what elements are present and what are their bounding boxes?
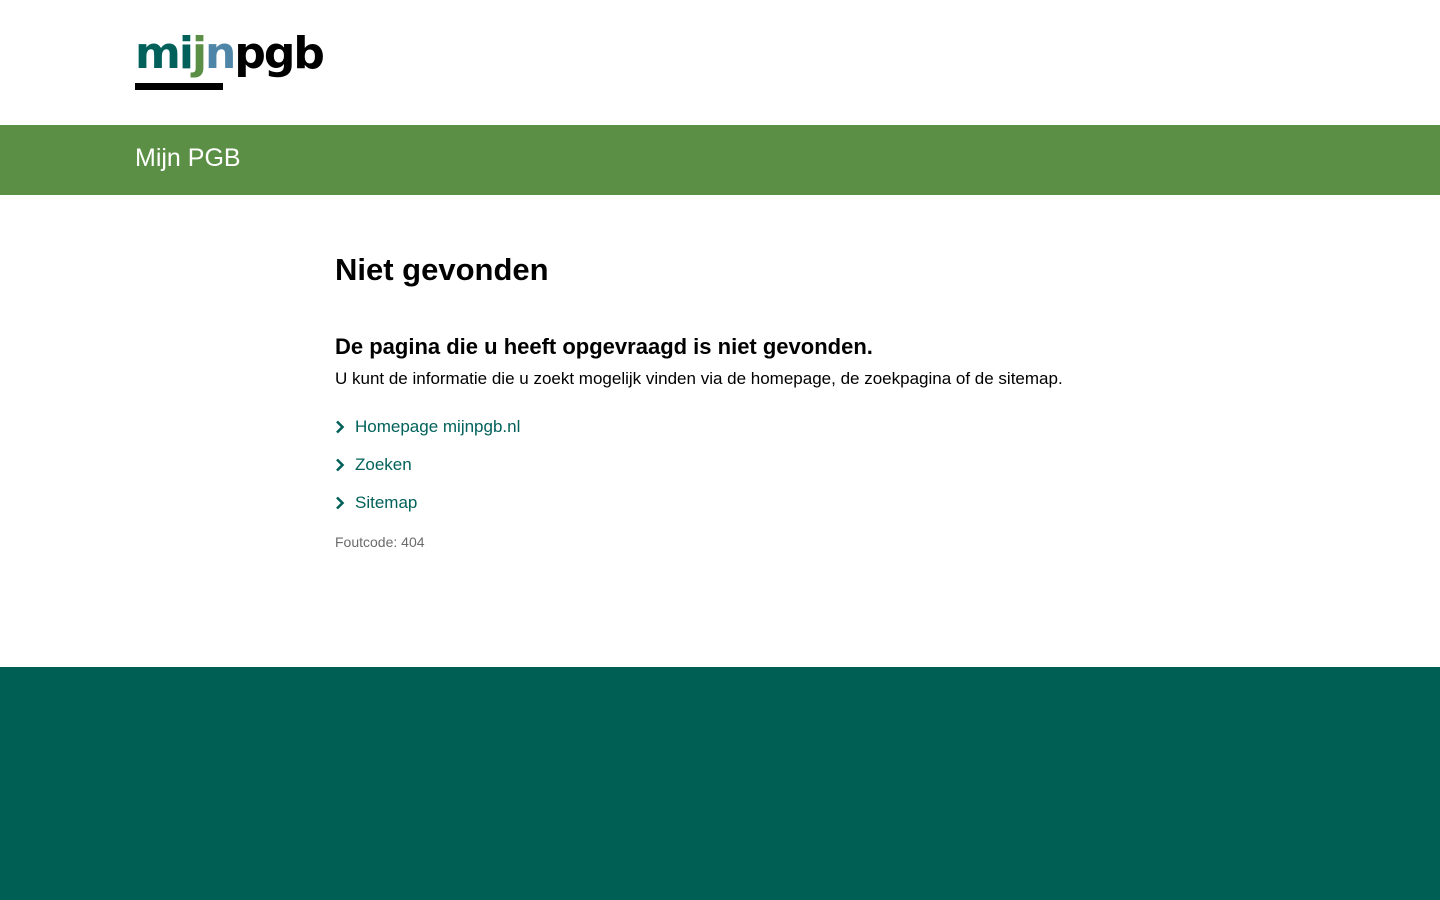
list-item: Zoeken (335, 453, 1235, 491)
link-list: Homepage mijnpgb.nl Zoeken Sitemap (335, 415, 1235, 529)
mijnpgb-logo[interactable]: mijnpgb (135, 30, 325, 92)
site-banner: Mijn PGB (0, 125, 1440, 195)
search-link-label: Zoeken (355, 455, 412, 474)
chevron-right-icon (335, 415, 355, 439)
search-link[interactable]: Zoeken (335, 453, 412, 477)
sitemap-link-label: Sitemap (355, 493, 418, 512)
page-title: Niet gevonden (335, 252, 549, 287)
main-content: Niet gevonden De pagina die u heeft opge… (0, 195, 1440, 667)
logo-underline (135, 83, 223, 90)
list-item: Sitemap (335, 491, 1235, 529)
error-heading: De pagina die u heeft opgevraagd is niet… (335, 334, 873, 359)
list-item: Homepage mijnpgb.nl (335, 415, 1235, 453)
chevron-right-icon (335, 491, 355, 515)
homepage-link[interactable]: Homepage mijnpgb.nl (335, 415, 520, 439)
error-code: Foutcode: 404 (335, 534, 425, 550)
content-column: Niet gevonden De pagina die u heeft opge… (335, 250, 1235, 552)
chevron-right-icon (335, 453, 355, 477)
error-description: U kunt de informatie die u zoekt mogelij… (335, 369, 1063, 388)
site-footer (0, 667, 1440, 900)
logo-wordmark: mijnpgb (135, 28, 325, 79)
sitemap-link[interactable]: Sitemap (335, 491, 417, 515)
site-header: mijnpgb (0, 0, 1440, 125)
site-title: Mijn PGB (135, 144, 241, 172)
homepage-link-label: Homepage mijnpgb.nl (355, 417, 521, 436)
